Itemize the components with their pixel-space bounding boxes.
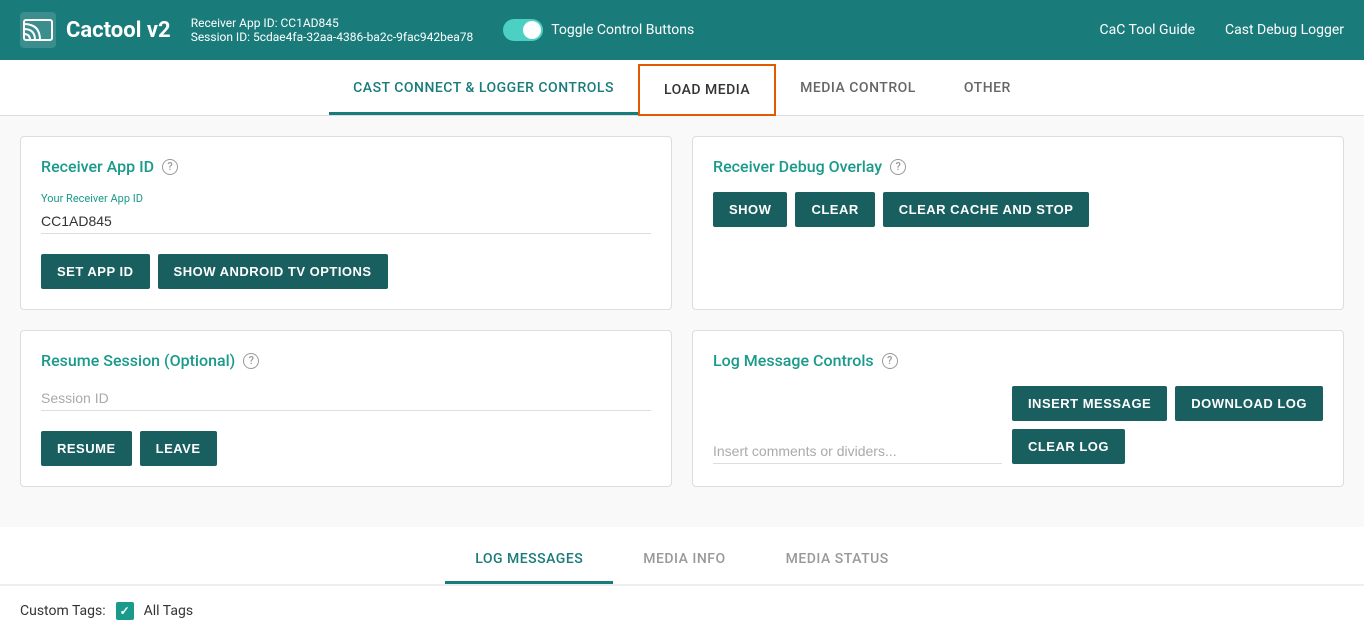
tab-media-status[interactable]: MEDIA STATUS bbox=[756, 537, 919, 584]
tab-load-media[interactable]: LOAD MEDIA bbox=[638, 64, 776, 116]
logo: Cactool v2 bbox=[20, 12, 171, 48]
toggle-label: Toggle Control Buttons bbox=[551, 22, 694, 38]
clear-cache-and-stop-button[interactable]: CLEAR CACHE AND STOP bbox=[883, 192, 1090, 227]
clear-log-button[interactable]: CLEAR LOG bbox=[1012, 429, 1125, 464]
log-buttons-row2: CLEAR LOG bbox=[1012, 429, 1323, 464]
log-message-controls-card: Log Message Controls ? INSERT MESSAGE DO… bbox=[692, 330, 1344, 487]
download-log-button[interactable]: DOWNLOAD LOG bbox=[1175, 386, 1323, 421]
tab-media-control[interactable]: MEDIA CONTROL bbox=[776, 64, 940, 115]
header-nav: CaC Tool Guide Cast Debug Logger bbox=[1100, 22, 1345, 38]
receiver-app-id-title: Receiver App ID ? bbox=[41, 157, 651, 176]
toggle-switch[interactable] bbox=[503, 19, 543, 41]
tab-media-info[interactable]: MEDIA INFO bbox=[613, 537, 755, 584]
main-tabs: CAST CONNECT & LOGGER CONTROLS LOAD MEDI… bbox=[0, 60, 1364, 116]
resume-session-title: Resume Session (Optional) ? bbox=[41, 351, 651, 370]
tab-other[interactable]: OTHER bbox=[940, 64, 1035, 115]
receiver-debug-overlay-buttons: SHOW CLEAR CLEAR CACHE AND STOP bbox=[713, 192, 1323, 227]
show-button[interactable]: SHOW bbox=[713, 192, 787, 227]
all-tags-label: All Tags bbox=[144, 603, 193, 619]
receiver-app-id-input-label: Your Receiver App ID bbox=[41, 192, 651, 205]
resume-session-help-icon[interactable]: ? bbox=[243, 353, 259, 369]
receiver-debug-overlay-help-icon[interactable]: ? bbox=[890, 159, 906, 175]
resume-session-buttons: RESUME LEAVE bbox=[41, 431, 651, 466]
cast-icon bbox=[20, 12, 56, 48]
receiver-app-id-buttons: SET APP ID SHOW ANDROID TV OPTIONS bbox=[41, 254, 651, 289]
log-message-help-icon[interactable]: ? bbox=[882, 353, 898, 369]
resume-session-card: Resume Session (Optional) ? RESUME LEAVE bbox=[20, 330, 672, 487]
receiver-app-id-input[interactable] bbox=[41, 209, 651, 234]
session-id-info: Session ID: 5cdae4fa-32aa-4386-ba2c-9fac… bbox=[191, 30, 474, 44]
session-id-input[interactable] bbox=[41, 386, 651, 411]
all-tags-checkbox[interactable] bbox=[116, 602, 134, 620]
cac-tool-guide-link[interactable]: CaC Tool Guide bbox=[1100, 22, 1196, 38]
receiver-app-id-info: Receiver App ID: CC1AD845 bbox=[191, 16, 474, 30]
receiver-app-id-card: Receiver App ID ? Your Receiver App ID S… bbox=[20, 136, 672, 310]
receiver-debug-overlay-card: Receiver Debug Overlay ? SHOW CLEAR CLEA… bbox=[692, 136, 1344, 310]
log-input-row: INSERT MESSAGE DOWNLOAD LOG CLEAR LOG bbox=[713, 386, 1323, 464]
custom-tags-label: Custom Tags: bbox=[20, 603, 106, 619]
tab-cast-connect[interactable]: CAST CONNECT & LOGGER CONTROLS bbox=[329, 64, 638, 115]
cards-grid: Receiver App ID ? Your Receiver App ID S… bbox=[20, 136, 1344, 487]
log-buttons-row1: INSERT MESSAGE DOWNLOAD LOG bbox=[1012, 386, 1323, 421]
main-content: Receiver App ID ? Your Receiver App ID S… bbox=[0, 116, 1364, 527]
tab-log-messages[interactable]: LOG MESSAGES bbox=[445, 537, 613, 584]
cast-debug-logger-link[interactable]: Cast Debug Logger bbox=[1225, 22, 1344, 38]
clear-button[interactable]: CLEAR bbox=[795, 192, 874, 227]
receiver-app-id-help-icon[interactable]: ? bbox=[162, 159, 178, 175]
custom-tags-section: Custom Tags: All Tags bbox=[0, 586, 1364, 636]
session-id-input-wrapper bbox=[41, 386, 651, 419]
logo-text: Cactool v2 bbox=[66, 18, 171, 43]
log-buttons: INSERT MESSAGE DOWNLOAD LOG CLEAR LOG bbox=[1012, 386, 1323, 464]
header: Cactool v2 Receiver App ID: CC1AD845 Ses… bbox=[0, 0, 1364, 60]
header-info: Receiver App ID: CC1AD845 Session ID: 5c… bbox=[191, 16, 474, 44]
show-android-tv-button[interactable]: SHOW ANDROID TV OPTIONS bbox=[158, 254, 388, 289]
resume-button[interactable]: RESUME bbox=[41, 431, 132, 466]
log-message-controls-title: Log Message Controls ? bbox=[713, 351, 1323, 370]
comment-input-wrapper bbox=[713, 439, 1002, 464]
bottom-tabs: LOG MESSAGES MEDIA INFO MEDIA STATUS bbox=[0, 527, 1364, 586]
comment-input[interactable] bbox=[713, 439, 1002, 464]
toggle-section[interactable]: Toggle Control Buttons bbox=[503, 19, 694, 41]
receiver-app-id-input-wrapper: Your Receiver App ID bbox=[41, 192, 651, 242]
leave-button[interactable]: LEAVE bbox=[140, 431, 217, 466]
insert-message-button[interactable]: INSERT MESSAGE bbox=[1012, 386, 1167, 421]
set-app-id-button[interactable]: SET APP ID bbox=[41, 254, 150, 289]
receiver-debug-overlay-title: Receiver Debug Overlay ? bbox=[713, 157, 1323, 176]
